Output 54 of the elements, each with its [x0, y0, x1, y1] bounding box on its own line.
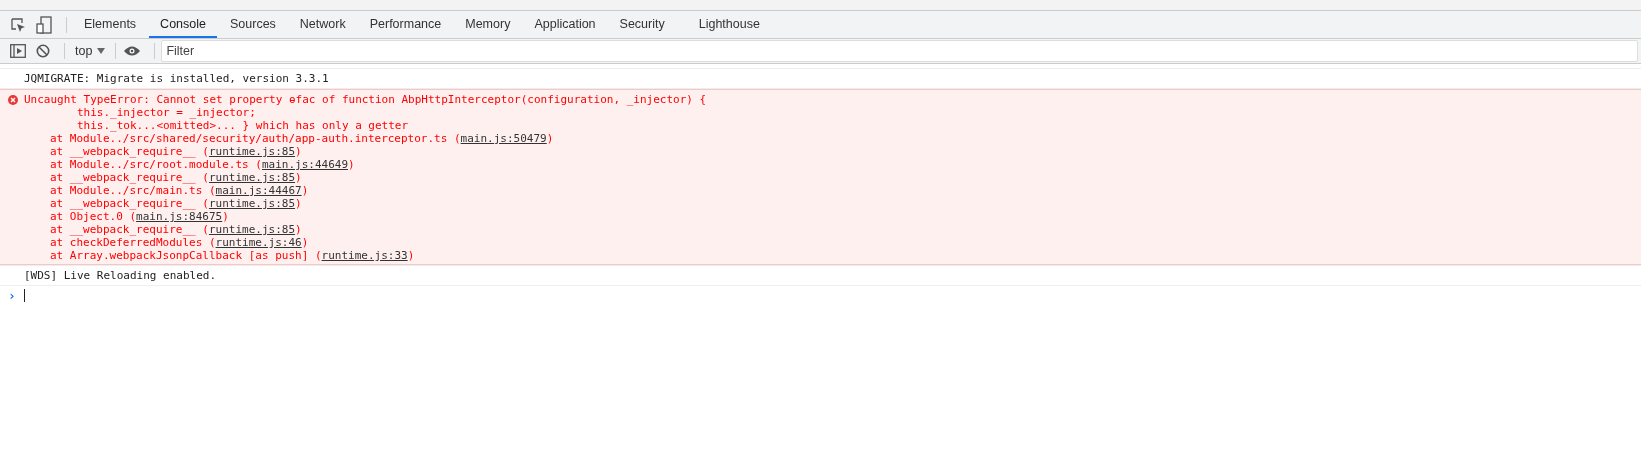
prompt-chevron: › — [8, 287, 16, 303]
source-link[interactable]: main.js:84675 — [136, 210, 223, 223]
context-dropdown[interactable]: top — [71, 44, 110, 58]
eye-icon[interactable] — [124, 46, 141, 56]
source-link[interactable]: main.js:44649 — [261, 158, 348, 171]
stack-frame: at __webpack_require__ ( — [50, 223, 209, 236]
panel-tab[interactable]: Security — [608, 11, 676, 38]
panel-tab[interactable]: Memory — [454, 11, 522, 38]
source-link[interactable]: runtime.js:85 — [208, 145, 296, 158]
paren-text: ) — [295, 197, 302, 210]
stack-frame: at Module../src/root.module.ts ( — [50, 158, 262, 171]
stack-frame: at __webpack_require__ ( — [50, 145, 209, 158]
source-link[interactable]: main.js:44467 — [215, 184, 302, 197]
log-message: JQMIGRATE: Migrate is installed, version 3.3.1 — [0, 68, 1641, 89]
stack-frame: at Array.webpackJsonpCallback [as push] ( — [50, 249, 322, 262]
panel-tab[interactable]: Sources — [219, 11, 287, 38]
paren-text: ) — [407, 249, 415, 262]
paren-text: ) — [301, 184, 309, 197]
stack-frame: at __webpack_require__ ( — [50, 171, 209, 184]
source-link[interactable]: runtime.js:85 — [208, 171, 296, 184]
log-message: [WDS] Live Reloading enabled. — [0, 265, 1641, 286]
stack-frame: at Module../src/main.ts ( — [50, 184, 216, 197]
source-link[interactable]: runtime.js:46 — [215, 236, 302, 249]
error-text: Uncaught TypeError: Cannot set property ɵfac of function AbpHttpInterceptor(configuration, _injector) { — [24, 93, 707, 106]
source-link[interactable]: runtime.js:85 — [208, 197, 296, 210]
sidebar-toggle-icon[interactable] — [10, 44, 26, 58]
paren-text: ) — [295, 171, 302, 184]
panel-tab[interactable]: Application — [523, 11, 607, 38]
panel-tab[interactable]: Performance — [358, 11, 453, 38]
paren-text: ) — [222, 210, 229, 223]
panel-tab[interactable]: Elements — [73, 11, 148, 38]
panel-tab[interactable]: Lighthouse — [687, 11, 771, 38]
caret-icon — [97, 48, 106, 54]
inspect-icon[interactable] — [10, 16, 26, 33]
source-link[interactable]: runtime.js:85 — [208, 223, 296, 236]
paren-text: ) — [348, 158, 355, 171]
stack-frame: at checkDeferredModules ( — [50, 236, 216, 249]
error-icon — [8, 95, 18, 105]
stack-frame: at Module../src/shared/security/auth/app-auth.interceptor.ts ( — [50, 132, 461, 145]
text-cursor[interactable] — [23, 288, 25, 302]
paren-text: ) — [295, 145, 302, 158]
paren-text: ) — [301, 236, 309, 249]
error-text: this._injector = _injector; — [75, 106, 257, 119]
source-link[interactable]: runtime.js:33 — [321, 249, 408, 262]
paren-text: ) — [295, 223, 302, 236]
stack-frame: at __webpack_require__ ( — [50, 197, 209, 210]
error-text: this._tok...<omitted>... } which has only a getter — [75, 119, 410, 132]
paren-text: ) — [546, 132, 554, 145]
source-link[interactable]: main.js:50479 — [460, 132, 547, 145]
filter-field[interactable]: Filter — [161, 40, 1638, 62]
clear-icon[interactable] — [36, 44, 50, 58]
stack-frame: at Object.0 ( — [50, 210, 137, 223]
panel-tab[interactable]: Network — [288, 11, 357, 38]
device-icon[interactable] — [36, 15, 52, 34]
